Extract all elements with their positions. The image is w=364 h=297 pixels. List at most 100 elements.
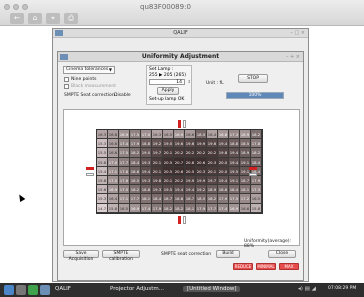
qalif-app-icon[interactable] xyxy=(40,285,50,295)
grid-cell: 18.7 xyxy=(163,194,174,204)
grid-cell: 20.5 xyxy=(163,157,174,167)
spin-arrows-icon[interactable]: ⇕ xyxy=(188,79,191,84)
checkbox-box[interactable] xyxy=(64,77,69,82)
close-button[interactable]: Close xyxy=(268,250,296,258)
grid-cell: 20.5 xyxy=(185,166,196,176)
grid-cell: 19.8 xyxy=(218,148,229,158)
grid-cell: 20.2 xyxy=(185,148,196,158)
grid-cell: 20.3 xyxy=(196,166,207,176)
window-controls[interactable]: – + × xyxy=(286,52,300,62)
grid-cell: 20.2 xyxy=(174,148,185,158)
checkbox-box[interactable] xyxy=(64,84,69,89)
keyboard-icon[interactable]: ⎙ xyxy=(64,13,78,24)
back-icon[interactable]: ← xyxy=(10,13,24,24)
taskbar-item-qalif[interactable]: QALIF xyxy=(55,286,71,292)
grid-cell: 19.4 xyxy=(185,185,196,195)
grid-cell: 20.1 xyxy=(207,166,218,176)
grid-cell: 18.2 xyxy=(251,130,262,140)
mode-select-value: Cinema tolerances xyxy=(66,67,109,72)
tray-icons[interactable]: ◂) ▤ ◢ xyxy=(298,286,316,292)
grid-cell: 19.9 xyxy=(196,139,207,149)
window-controls[interactable]: – □ × xyxy=(290,29,305,38)
right-marker-icon xyxy=(249,167,257,170)
grid-cell: 19.4 xyxy=(141,166,152,176)
grid-cell: 16.9 xyxy=(130,203,141,213)
taskbar-item-projector[interactable]: Projector Adjustm... xyxy=(110,286,164,292)
grid-cell: 16.6 xyxy=(108,148,119,158)
grid-cell: 16.6 xyxy=(108,139,119,149)
grid-cell: 18.5 xyxy=(240,139,251,149)
grid-cell: 18.5 xyxy=(130,175,141,186)
uniformity-dialog: Uniformity Adjustment – + × Cinema toler… xyxy=(57,51,304,281)
grid-cell: 18.4 xyxy=(229,185,240,195)
taskbar-item-untitled[interactable]: [Untitled Window] xyxy=(183,286,241,292)
grid-cell: 20.7 xyxy=(174,157,185,167)
stop-button[interactable]: STOP xyxy=(238,74,268,83)
grid-cell: 16.8 xyxy=(218,130,229,140)
black-measurement-checkbox[interactable]: Black measurement xyxy=(64,84,116,89)
grid-cell: 16.3 xyxy=(97,130,108,140)
mode-select[interactable]: Cinema tolerances ▼ xyxy=(63,66,115,74)
grid-cell: 17.5 xyxy=(229,194,240,204)
grid-cell: 19.2 xyxy=(196,185,207,195)
grid-cell: 15.8 xyxy=(97,175,108,186)
grid-cell: 18.8 xyxy=(229,139,240,149)
grid-cell: 16.5 xyxy=(251,194,262,204)
max-button[interactable]: MAX xyxy=(279,263,299,270)
start-menu-icon[interactable] xyxy=(4,285,14,295)
reduce-button[interactable]: REDUCE xyxy=(233,263,253,270)
nine-points-checkbox[interactable]: Nine points xyxy=(64,77,97,82)
set-lamp-range: 255 ▶ 205 (265) xyxy=(149,73,187,78)
terminal-icon[interactable] xyxy=(28,285,38,295)
grid-cell: 19.7 xyxy=(152,148,163,158)
grid-cell: 20.0 xyxy=(218,157,229,167)
grid-cell: 15.3 xyxy=(97,139,108,149)
grid-cell: 19.0 xyxy=(141,148,152,158)
grid-cell: 16.6 xyxy=(185,130,196,140)
grid-cell: 20.6 xyxy=(185,157,196,167)
grid-cell: 17.5 xyxy=(130,130,141,140)
home-icon[interactable]: ⌂ xyxy=(28,13,42,24)
app-icon xyxy=(55,30,63,36)
lamp-value-spinbox[interactable]: 14 ⇕ xyxy=(149,79,191,85)
minimal-button[interactable]: MINIMAL xyxy=(256,263,276,270)
grid-cell: 19.4 xyxy=(174,185,185,195)
grid-cell: 15.5 xyxy=(97,148,108,158)
target-icon[interactable]: ⌖ xyxy=(46,13,60,24)
grid-cell: 19.2 xyxy=(152,139,163,149)
build-button[interactable]: Build xyxy=(216,250,240,258)
grid-cell: 20.1 xyxy=(163,175,174,186)
grid-cell: 20.2 xyxy=(196,148,207,158)
grid-cell: 17.7 xyxy=(130,194,141,204)
left-marker-outline-icon xyxy=(86,173,94,176)
grid-cell: 19.3 xyxy=(152,185,163,195)
grid-cell: 16.3 xyxy=(152,130,163,140)
smpte-calibration-button[interactable]: SMPTE calibration xyxy=(102,250,140,262)
set-lamp-title: Set Lamp : xyxy=(149,67,174,72)
grid-cell: 18.4 xyxy=(130,157,141,167)
progress-text: 100% xyxy=(248,93,262,98)
files-icon[interactable] xyxy=(16,285,26,295)
grid-cell: 16.4 xyxy=(108,194,119,204)
grid-cell: 17.3 xyxy=(229,130,240,140)
grid-cell: 17.7 xyxy=(207,203,218,213)
clock: 07:08:29 PM xyxy=(328,286,357,291)
grid-cell: 18.8 xyxy=(141,139,152,149)
grid-cell: 19.9 xyxy=(196,175,207,186)
grid-cell: 17.5 xyxy=(119,185,130,195)
grid-cell: 17.4 xyxy=(141,203,152,213)
grid-cell: 18.8 xyxy=(174,194,185,204)
grid-cell: 17.1 xyxy=(119,194,130,204)
grid-cell: 15.8 xyxy=(108,203,119,213)
grid-cell: 20.6 xyxy=(174,166,185,176)
chevron-down-icon: ▼ xyxy=(108,67,112,72)
grid-cell: 16.9 xyxy=(108,185,119,195)
set-lamp-group: Set Lamp : 255 ▶ 205 (265) 14 ⇕ Apply Se… xyxy=(146,65,192,105)
close-dot-icon[interactable] xyxy=(4,4,10,10)
zoom-dot-icon[interactable] xyxy=(22,4,28,10)
save-acquisition-button[interactable]: Save Acquisition xyxy=(63,250,99,262)
grid-cell: 17.0 xyxy=(141,130,152,140)
minimize-dot-icon[interactable] xyxy=(13,4,19,10)
apply-button[interactable]: Apply xyxy=(157,87,179,95)
vnc-title: qu83F00089:0 xyxy=(140,3,191,11)
